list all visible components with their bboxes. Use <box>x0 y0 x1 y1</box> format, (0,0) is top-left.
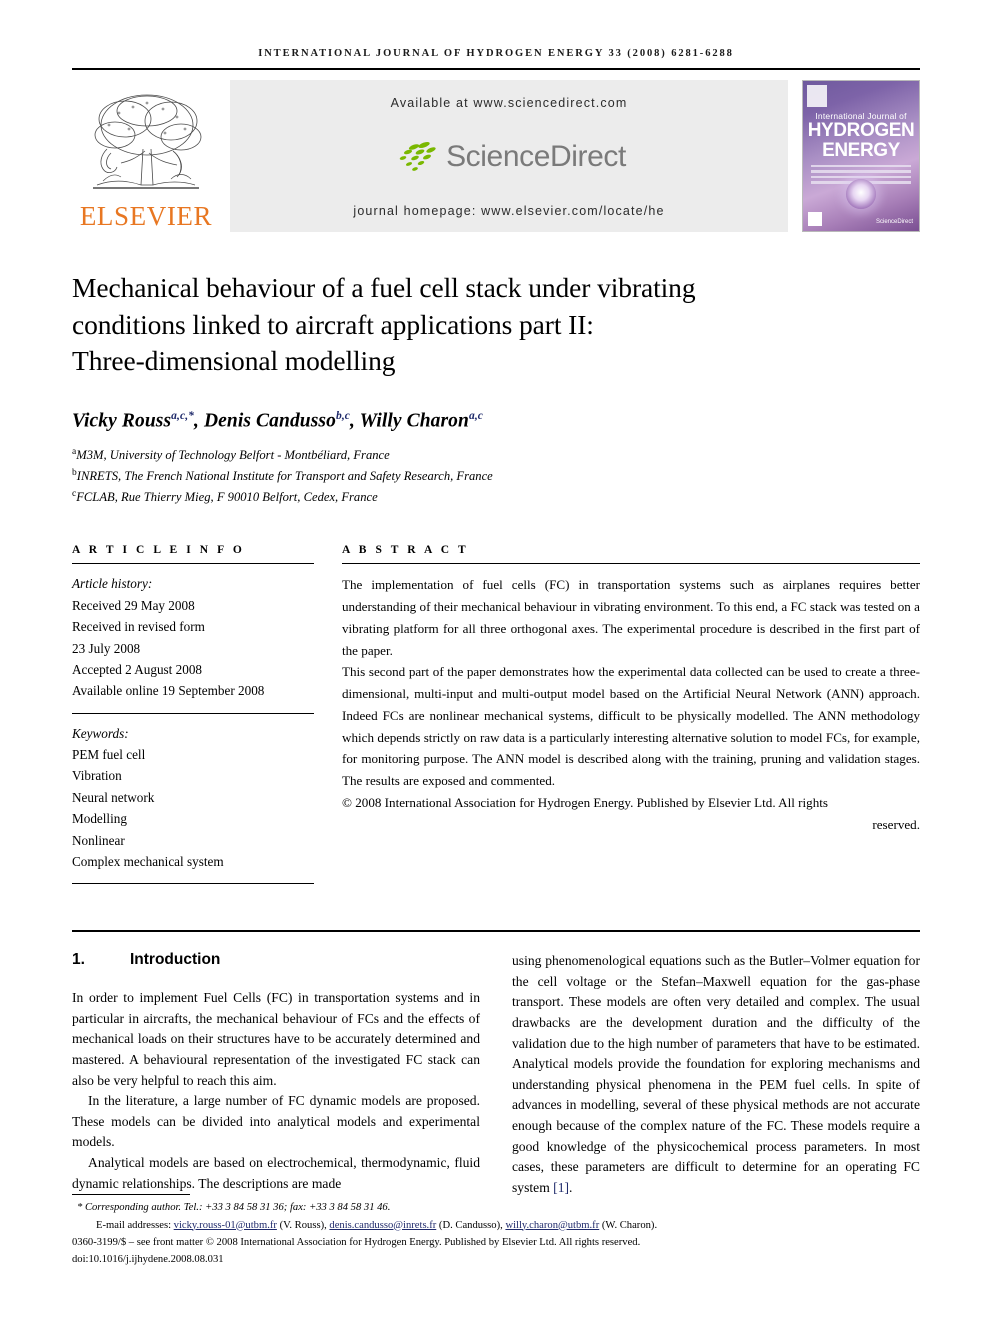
sciencedirect-band: Available at www.sciencedirect.com Scien… <box>230 80 788 232</box>
abstract-paragraph: The implementation of fuel cells (FC) in… <box>342 577 920 658</box>
cover-sciencedirect-mark: ScienceDirect <box>875 219 913 225</box>
body-divider <box>72 930 920 933</box>
email-person-candusso: (D. Candusso), <box>438 1219 503 1231</box>
affiliation-item: bINRETS, The French National Institute f… <box>72 466 920 487</box>
abstract-paragraph: This second part of the paper demonstrat… <box>342 664 920 789</box>
email-link-candusso[interactable]: denis.candusso@inrets.fr <box>329 1220 436 1231</box>
header-divider <box>72 68 920 70</box>
email-link-rouss[interactable]: vicky.rouss-01@utbm.fr <box>174 1220 277 1231</box>
keyword-item: Vibration <box>72 768 122 784</box>
cover-publisher-mark <box>807 85 827 107</box>
elsevier-wordmark: ELSEVIER <box>79 201 213 231</box>
affiliation-item: aM3M, University of Technology Belfort -… <box>72 445 920 466</box>
footnote-divider <box>72 1194 190 1196</box>
cover-art: International Journal of HYDROGEN ENERGY… <box>803 81 919 231</box>
elsevier-tree-icon <box>93 94 202 189</box>
running-head: INTERNATIONAL JOURNAL OF HYDROGEN ENERGY… <box>258 48 734 59</box>
history-item: Received 29 May 2008 <box>72 597 195 613</box>
body-gutter <box>480 951 512 1198</box>
email-person-rouss: (V. Rouss), <box>279 1219 327 1231</box>
cover-orb-graphic <box>846 179 876 209</box>
history-item: 23 July 2008 <box>72 640 141 656</box>
section-number: 1. <box>72 951 85 969</box>
cover-badge-icon <box>808 212 822 226</box>
abstract-column: A B S T R A C T The implementation of fu… <box>342 544 920 884</box>
email-person-charon: (W. Charon). <box>601 1219 658 1231</box>
article-info-label: A R T I C L E I N F O <box>72 544 245 557</box>
email-link-charon[interactable]: willy.charon@utbm.fr <box>505 1220 599 1231</box>
keyword-item: Modelling <box>72 811 127 827</box>
keywords-label: Keywords: <box>72 725 129 741</box>
body-paragraph: Analytical models are based on electroch… <box>72 1155 480 1191</box>
abstract-body: The implementation of fuel cells (FC) in… <box>342 564 920 835</box>
copyright-tail: reserved. <box>872 816 920 832</box>
article-page: INTERNATIONAL JOURNAL OF HYDROGEN ENERGY… <box>0 0 992 1323</box>
keyword-item: Complex mechanical system <box>72 853 224 869</box>
history-item: Available online 19 September 2008 <box>72 683 265 699</box>
author-list: Vicky Roussa,c,*, Denis Candussob,c, Wil… <box>72 409 484 432</box>
body-paragraph: In the literature, a large number of FC … <box>72 1093 480 1150</box>
available-at-text: Available at www.sciencedirect.com <box>390 96 628 110</box>
history-item: Accepted 2 August 2008 <box>72 661 203 677</box>
info-abstract-section: A R T I C L E I N F O Article history: R… <box>72 544 920 885</box>
keywords-block: Keywords: PEM fuel cell Vibration Neural… <box>72 714 314 884</box>
title-line-3: Three-dimensional modelling <box>72 345 396 377</box>
sciencedirect-logo: ScienceDirect <box>392 140 626 174</box>
affiliation-text: FCLAB, Rue Thierry Mieg, F 90010 Belfort… <box>76 490 378 505</box>
sciencedirect-wordmark: ScienceDirect <box>446 140 626 173</box>
cover-line-2: HYDROGEN <box>807 120 915 141</box>
abstract-copyright: © 2008 International Association for Hyd… <box>342 792 920 835</box>
title-line-1: Mechanical behaviour of a fuel cell stac… <box>72 272 696 303</box>
body-text-pre: using phenomenological equations such as… <box>512 953 920 1195</box>
body-paragraph-continued: using phenomenological equations such as… <box>512 951 920 1198</box>
article-history-block: Article history: Received 29 May 2008 Re… <box>72 564 314 712</box>
keyword-item: Nonlinear <box>72 832 125 848</box>
sciencedirect-leaves-icon <box>399 141 436 171</box>
email-addresses-line: E-mail addresses: vicky.rouss-01@utbm.fr… <box>72 1217 920 1234</box>
body-columns: 1. Introduction In order to implement Fu… <box>72 951 920 1198</box>
doi-line: doi:10.1016/j.ijhydene.2008.08.031 <box>72 1253 224 1265</box>
journal-cover-image: International Journal of HYDROGEN ENERGY… <box>802 80 920 232</box>
abstract-label: A B S T R A C T <box>342 544 469 557</box>
body-text-post: . <box>569 1179 573 1195</box>
affiliation-text: INRETS, The French National Institute fo… <box>76 469 493 484</box>
page-title: Mechanical behaviour of a fuel cell stac… <box>72 270 872 380</box>
page-footer: * Corresponding author. Tel.: +33 3 84 5… <box>72 1194 920 1268</box>
elsevier-logo: ELSEVIER <box>72 80 220 232</box>
article-info-column: A R T I C L E I N F O Article history: R… <box>72 544 314 885</box>
affiliation-list: aM3M, University of Technology Belfort -… <box>72 445 920 508</box>
column-gutter <box>314 544 342 884</box>
keyword-item: PEM fuel cell <box>72 747 146 763</box>
body-column-left: 1. Introduction In order to implement Fu… <box>72 951 480 1198</box>
section-heading-introduction: 1. Introduction <box>72 951 480 969</box>
journal-homepage-text: journal homepage: www.elsevier.com/locat… <box>353 204 665 218</box>
article-history-label: Article history: <box>72 576 153 592</box>
affiliation-item: cFCLAB, Rue Thierry Mieg, F 90010 Belfor… <box>72 487 920 508</box>
section-title: Introduction <box>130 951 221 969</box>
body-paragraph: In order to implement Fuel Cells (FC) in… <box>72 990 480 1088</box>
history-item: Received in revised form <box>72 619 205 635</box>
email-label: E-mail addresses: <box>96 1219 172 1231</box>
article-info-divider-bottom <box>72 883 314 885</box>
copyright-main: © 2008 International Association for Hyd… <box>342 794 828 810</box>
affiliation-text: M3M, University of Technology Belfort - … <box>76 448 390 463</box>
cover-line-3: ENERGY <box>822 140 900 161</box>
title-line-2: conditions linked to aircraft applicatio… <box>72 308 594 340</box>
front-matter-line: 0360-3199/$ – see front matter © 2008 In… <box>72 1236 641 1248</box>
corresponding-author-note: * Corresponding author. Tel.: +33 3 84 5… <box>77 1202 391 1214</box>
keyword-item: Neural network <box>72 789 155 805</box>
citation-link[interactable]: [1] <box>553 1180 569 1195</box>
masthead: ELSEVIER Available at www.sciencedirect.… <box>72 80 920 232</box>
body-column-right: using phenomenological equations such as… <box>512 951 920 1198</box>
